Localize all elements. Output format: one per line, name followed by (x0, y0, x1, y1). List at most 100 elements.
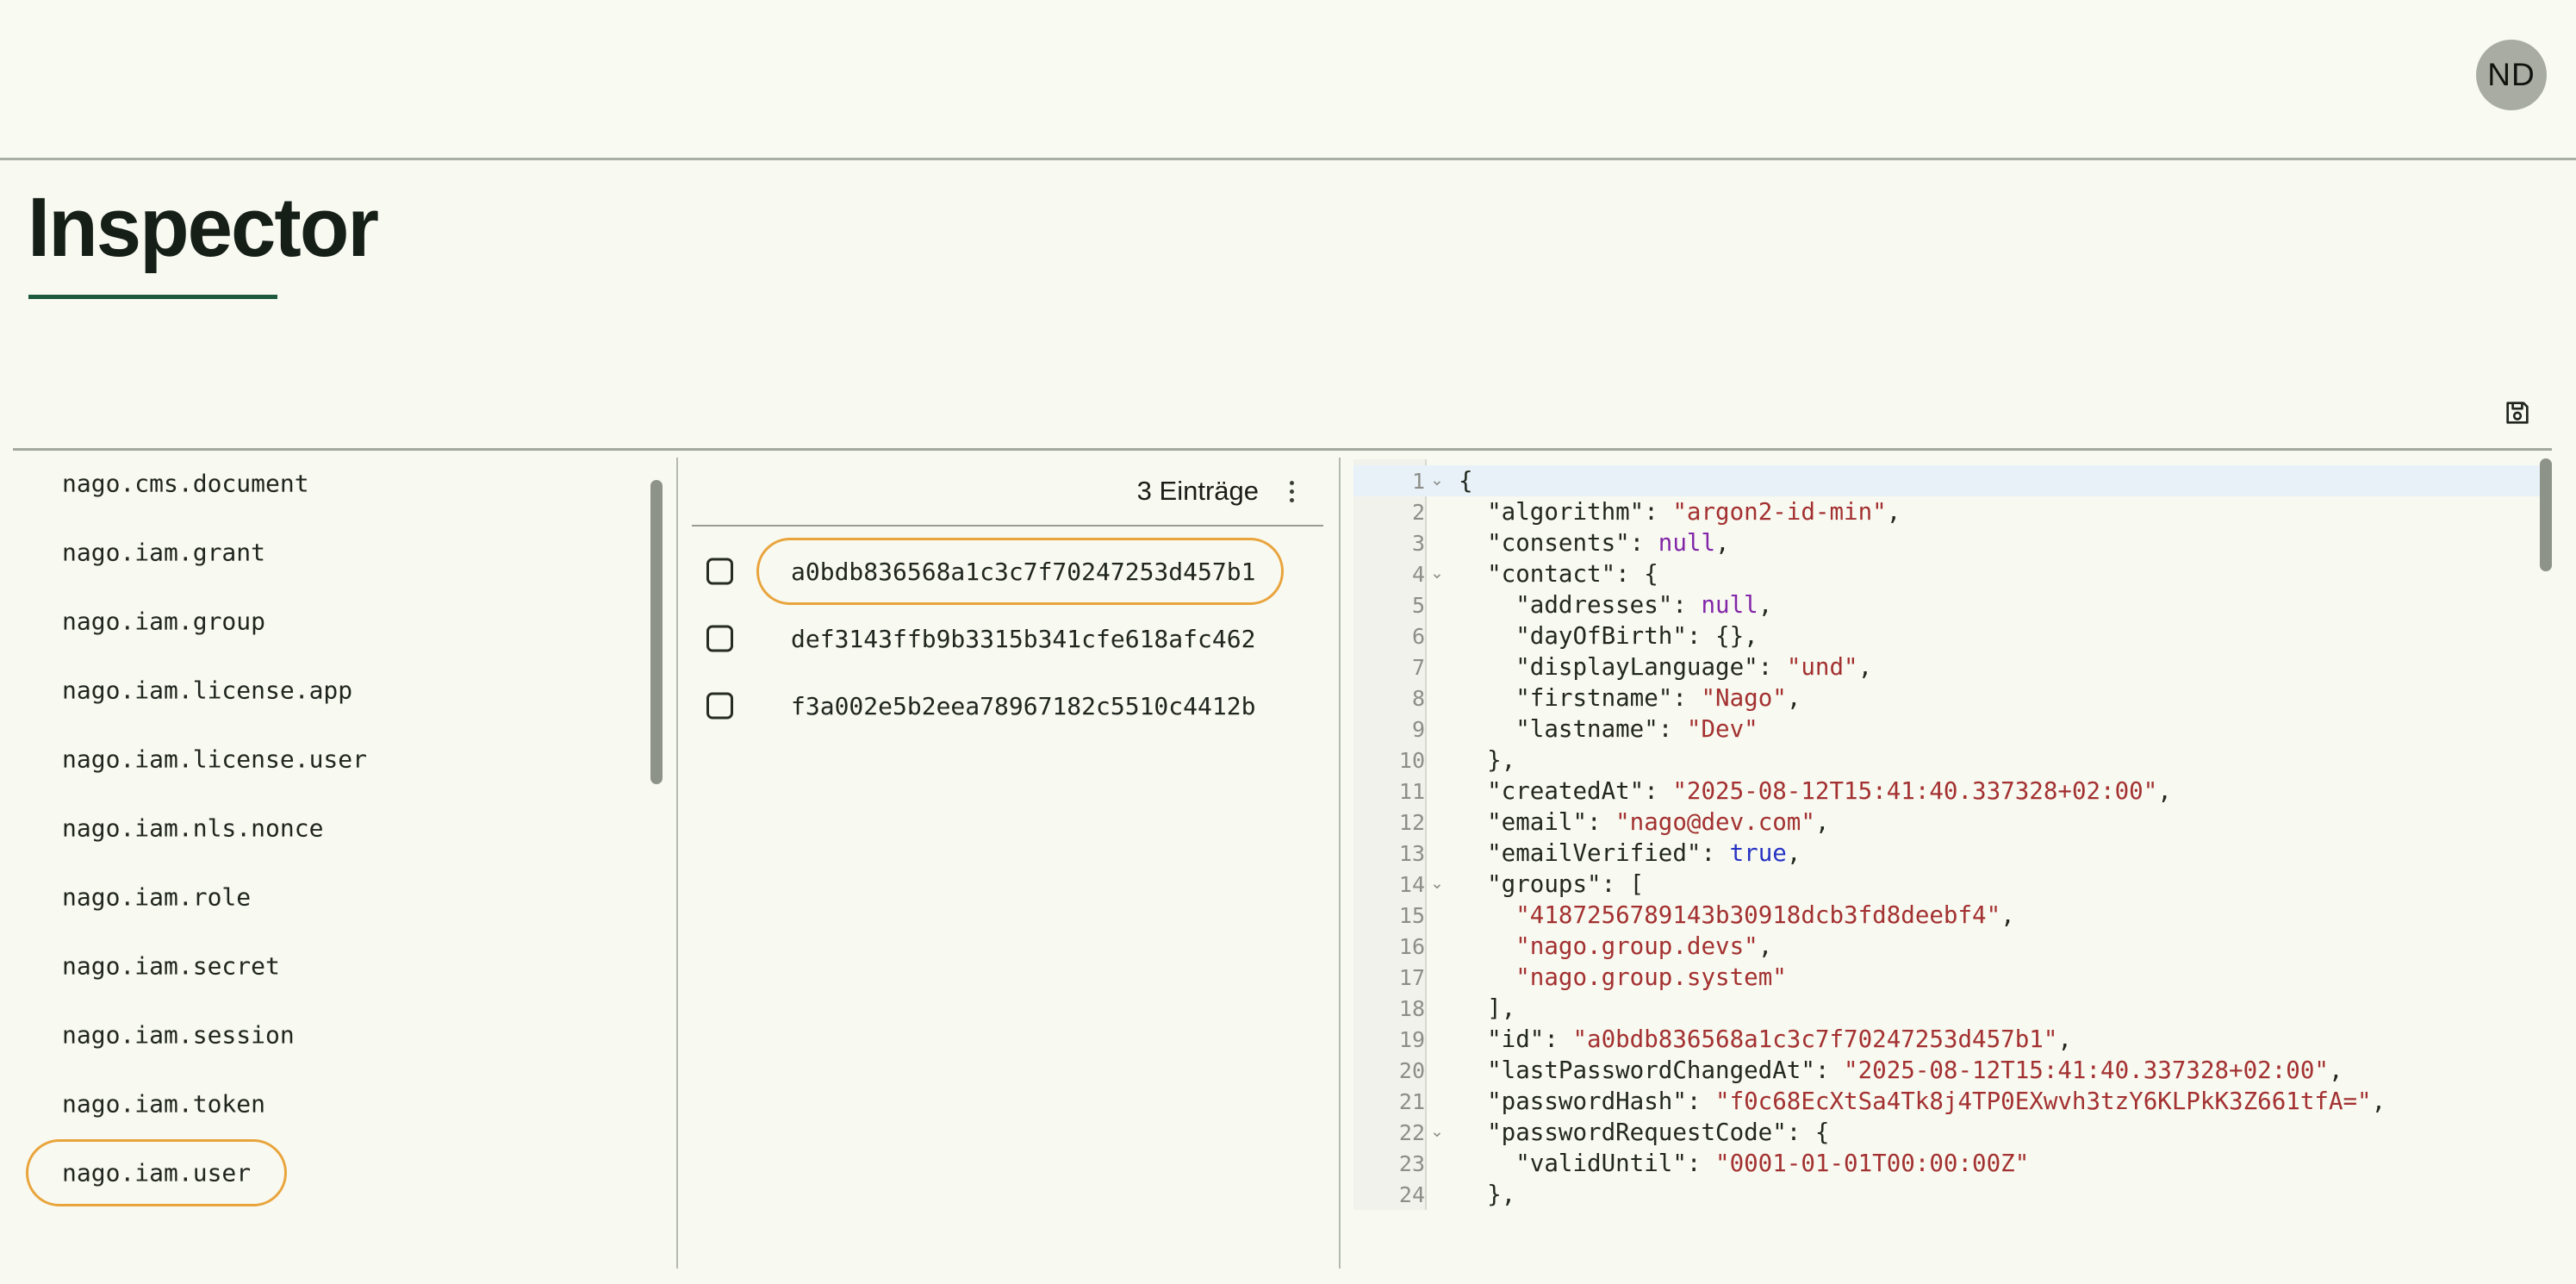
editor-line-gutter: 14⌄ (1353, 869, 1447, 900)
fold-spacer (1427, 683, 1447, 714)
sidebar-item-nago.iam.group[interactable]: nago.iam.group (0, 587, 655, 656)
fold-spacer (1427, 496, 1447, 527)
editor-line[interactable]: 23 "validUntil": "0001-01-01T00:00:00Z" (1353, 1148, 2541, 1179)
sidebar-item-nago.iam.session[interactable]: nago.iam.session (0, 1000, 655, 1069)
editor-line[interactable]: 12 "email": "nago@dev.com", (1353, 807, 2541, 838)
sidebar-item-nago.iam.secret[interactable]: nago.iam.secret (0, 932, 655, 1000)
line-number: 22 (1399, 1120, 1425, 1145)
editor-line[interactable]: 8 "firstname": "Nago", (1353, 683, 2541, 714)
code-line-content: ], (1447, 993, 2541, 1024)
sidebar-item-nago.iam.role[interactable]: nago.iam.role (0, 863, 655, 932)
sidebar-item-label: nago.iam.license.app (62, 676, 352, 705)
sidebar-item-label: nago.iam.nls.nonce (62, 814, 323, 843)
editor-line[interactable]: 18 ], (1353, 993, 2541, 1024)
sidebar-item-nago.iam.token[interactable]: nago.iam.token (0, 1069, 655, 1138)
fold-spacer (1427, 589, 1447, 620)
code-line-content: { (1447, 465, 2541, 496)
user-avatar[interactable]: ND (2476, 40, 2547, 110)
code-line-content: "validUntil": "0001-01-01T00:00:00Z" (1447, 1148, 2541, 1179)
editor-line-gutter: 17 (1353, 962, 1447, 993)
line-number: 1 (1412, 469, 1425, 494)
editor-line[interactable]: 11 "createdAt": "2025-08-12T15:41:40.337… (1353, 776, 2541, 807)
code-line-content: "firstname": "Nago", (1447, 683, 2541, 714)
editor-line[interactable]: 21 "passwordHash": "f0c68EcXtSa4Tk8j4TP0… (1353, 1086, 2541, 1117)
editor-line-gutter: 4⌄ (1353, 558, 1447, 589)
fold-spacer (1427, 1055, 1447, 1086)
sidebar-item-nago.iam.grant[interactable]: nago.iam.grant (0, 518, 655, 587)
sidebar-item-nago.iam.license.user[interactable]: nago.iam.license.user (0, 725, 655, 794)
fold-chevron-icon[interactable]: ⌄ (1427, 558, 1447, 589)
fold-spacer (1427, 527, 1447, 558)
editor-line[interactable]: 10 }, (1353, 745, 2541, 776)
fold-chevron-icon[interactable]: ⌄ (1427, 465, 1447, 496)
save-button[interactable] (2500, 396, 2535, 431)
editor-line-gutter: 2 (1353, 496, 1447, 527)
editor-line[interactable]: 22⌄ "passwordRequestCode": { (1353, 1117, 2541, 1148)
code-line-content: "emailVerified": true, (1447, 838, 2541, 869)
line-number: 21 (1399, 1089, 1425, 1114)
editor-line[interactable]: 14⌄ "groups": [ (1353, 869, 2541, 900)
sidebar-scrollbar[interactable] (650, 480, 663, 784)
editor-line-gutter: 5 (1353, 589, 1447, 620)
editor-line[interactable]: 20 "lastPasswordChangedAt": "2025-08-12T… (1353, 1055, 2541, 1086)
entry-checkbox[interactable] (706, 558, 733, 585)
editor-line-gutter: 9 (1353, 714, 1447, 745)
page-title: Inspector (28, 179, 377, 276)
fold-spacer (1427, 1179, 1447, 1210)
editor-line[interactable]: 2 "algorithm": "argon2-id-min", (1353, 496, 2541, 527)
line-number: 6 (1412, 624, 1425, 649)
editor-line-gutter: 21 (1353, 1086, 1447, 1117)
entry-checkbox[interactable] (706, 626, 733, 652)
editor-line[interactable]: 9 "lastname": "Dev" (1353, 714, 2541, 745)
entries-count: 3 Einträge (1137, 476, 1259, 507)
fold-spacer (1427, 838, 1447, 869)
fold-chevron-icon[interactable]: ⌄ (1427, 1117, 1447, 1148)
code-line-content: "consents": null, (1447, 527, 2541, 558)
editor-line[interactable]: 17 "nago.group.system" (1353, 962, 2541, 993)
editor-line[interactable]: 3 "consents": null, (1353, 527, 2541, 558)
sidebar-item-nago.iam.nls.nonce[interactable]: nago.iam.nls.nonce (0, 794, 655, 863)
fold-spacer (1427, 620, 1447, 651)
entry-id-pill[interactable]: def3143ffb9b3315b341cfe618afc462 (756, 605, 1284, 672)
entry-id: a0bdb836568a1c3c7f70247253d457b1 (791, 558, 1255, 586)
editor-line[interactable]: 13 "emailVerified": true, (1353, 838, 2541, 869)
code-line-content: "passwordRequestCode": { (1447, 1117, 2541, 1148)
entry-id-pill[interactable]: a0bdb836568a1c3c7f70247253d457b1 (756, 538, 1284, 605)
code-line-content: "passwordHash": "f0c68EcXtSa4Tk8j4TP0EXw… (1447, 1086, 2541, 1117)
line-number: 5 (1412, 593, 1425, 618)
entry-checkbox[interactable] (706, 693, 733, 720)
fold-spacer (1427, 1148, 1447, 1179)
line-number: 11 (1399, 779, 1425, 804)
code-line-content: "email": "nago@dev.com", (1447, 807, 2541, 838)
kebab-vertical-icon[interactable] (1285, 476, 1299, 508)
top-bar-divider (0, 158, 2576, 160)
line-number: 18 (1399, 996, 1425, 1021)
editor-line[interactable]: 6 "dayOfBirth": {}, (1353, 620, 2541, 651)
editor-line[interactable]: 4⌄ "contact": { (1353, 558, 2541, 589)
sidebar-item-label: nago.iam.user (62, 1159, 251, 1187)
editor-line[interactable]: 7 "displayLanguage": "und", (1353, 651, 2541, 683)
editor-line-gutter: 7 (1353, 651, 1447, 683)
top-bar (0, 0, 2576, 158)
editor-line[interactable]: 19 "id": "a0bdb836568a1c3c7f70247253d457… (1353, 1024, 2541, 1055)
sidebar-item-nago.iam.user[interactable]: nago.iam.user (0, 1138, 655, 1207)
fold-spacer (1427, 1086, 1447, 1117)
editor-line[interactable]: 16 "nago.group.devs", (1353, 931, 2541, 962)
title-underline (28, 295, 277, 299)
editor-line[interactable]: 24 }, (1353, 1179, 2541, 1210)
entry-id: def3143ffb9b3315b341cfe618afc462 (791, 625, 1255, 653)
sidebar-item-nago.cms.document[interactable]: nago.cms.document (0, 449, 655, 518)
editor-line[interactable]: 1⌄{ (1353, 465, 2541, 496)
sidebar-item-label: nago.iam.role (62, 883, 251, 912)
fold-chevron-icon[interactable]: ⌄ (1427, 869, 1447, 900)
entries-header: 3 Einträge (677, 470, 1339, 513)
editor-line[interactable]: 15 "4187256789143b30918dcb3fd8deebf4", (1353, 900, 2541, 931)
line-number: 10 (1399, 748, 1425, 773)
editor-scrollbar[interactable] (2540, 458, 2552, 571)
fold-spacer (1427, 651, 1447, 683)
editor-line[interactable]: 5 "addresses": null, (1353, 589, 2541, 620)
sidebar-item-nago.iam.license.app[interactable]: nago.iam.license.app (0, 656, 655, 725)
fold-spacer (1427, 993, 1447, 1024)
fold-spacer (1427, 807, 1447, 838)
entry-id-pill[interactable]: f3a002e5b2eea78967182c5510c4412b (756, 672, 1284, 739)
